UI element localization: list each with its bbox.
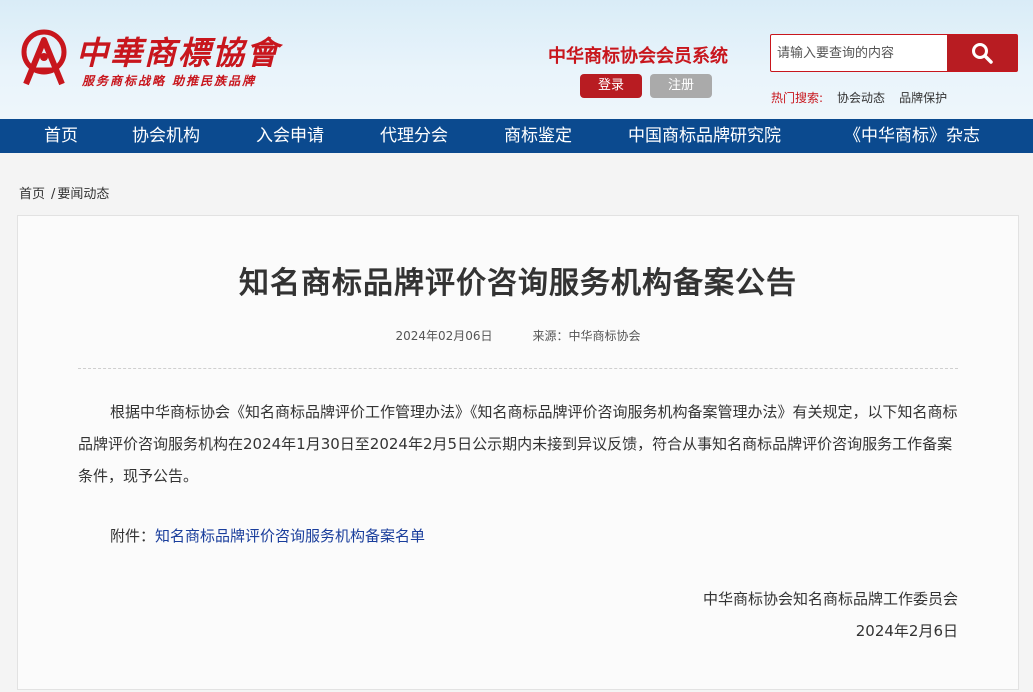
nav-item-magazine[interactable]: 《中华商标》杂志 <box>844 119 980 153</box>
breadcrumb-separator: / <box>51 187 56 202</box>
attachment-link[interactable]: 知名商标品牌评价咨询服务机构备案名单 <box>155 527 425 545</box>
logo-title: 中華商標協會 <box>76 34 281 72</box>
hot-search-link-association-news[interactable]: 协会动态 <box>837 89 885 106</box>
nav-item-home[interactable]: 首页 <box>44 119 78 153</box>
logo-slogan: 服务商标战略 助推民族品牌 <box>82 74 257 88</box>
login-button[interactable]: 登录 <box>580 74 642 98</box>
nav-item-agency-branch[interactable]: 代理分会 <box>380 119 448 153</box>
article-signature: 中华商标协会知名商标品牌工作委员会 <box>702 590 958 608</box>
register-button[interactable]: 注册 <box>650 74 712 98</box>
main-nav: 首页 协会机构 入会申请 代理分会 商标鉴定 中国商标品牌研究院 《中华商标》杂… <box>0 119 1033 153</box>
site-header: 中華商標協會 服务商标战略 助推民族品牌 中华商标协会会员系统 登录 注册 热门… <box>0 0 1033 119</box>
search-button[interactable] <box>947 35 1017 71</box>
divider <box>78 368 958 369</box>
attachment-prefix: 附件： <box>110 527 156 545</box>
breadcrumb: 首页 / 要闻动态 <box>19 183 109 202</box>
search-input[interactable] <box>771 35 947 71</box>
breadcrumb-current[interactable]: 要闻动态 <box>57 187 109 202</box>
article-date: 2024年02月06日 <box>395 329 493 343</box>
article-panel: 知名商标品牌评价咨询服务机构备案公告 2024年02月06日 来源：中华商标协会 … <box>17 215 1019 690</box>
nav-item-trademark-appraisal[interactable]: 商标鉴定 <box>504 119 572 153</box>
article-body: 根据中华商标协会《知名商标品牌评价工作管理办法》《知名商标品牌评价咨询服务机构备… <box>78 403 958 485</box>
member-system-title[interactable]: 中华商标协会会员系统 <box>548 42 728 68</box>
breadcrumb-home[interactable]: 首页 <box>19 187 45 202</box>
nav-item-research-institute[interactable]: 中国商标品牌研究院 <box>628 119 781 153</box>
site-logo[interactable]: 中華商標協會 服务商标战略 助推民族品牌 <box>18 26 318 96</box>
nav-item-organization[interactable]: 协会机构 <box>132 119 200 153</box>
nav-item-membership[interactable]: 入会申请 <box>256 119 324 153</box>
article-source: 来源：中华商标协会 <box>532 329 641 343</box>
article-title: 知名商标品牌评价咨询服务机构备案公告 <box>239 266 797 301</box>
article-sign-date: 2024年2月6日 <box>855 622 958 640</box>
search-icon <box>972 43 993 64</box>
article-meta: 2024年02月06日 来源：中华商标协会 <box>18 327 1018 344</box>
attachment: 附件：知名商标品牌评价咨询服务机构备案名单 <box>110 525 425 546</box>
hot-search: 热门搜索: 协会动态 品牌保护 <box>771 89 947 106</box>
hot-search-link-brand-protection[interactable]: 品牌保护 <box>899 89 947 106</box>
association-logo-icon <box>21 29 67 86</box>
hot-search-label: 热门搜索: <box>771 91 824 105</box>
search-box <box>770 34 1018 72</box>
